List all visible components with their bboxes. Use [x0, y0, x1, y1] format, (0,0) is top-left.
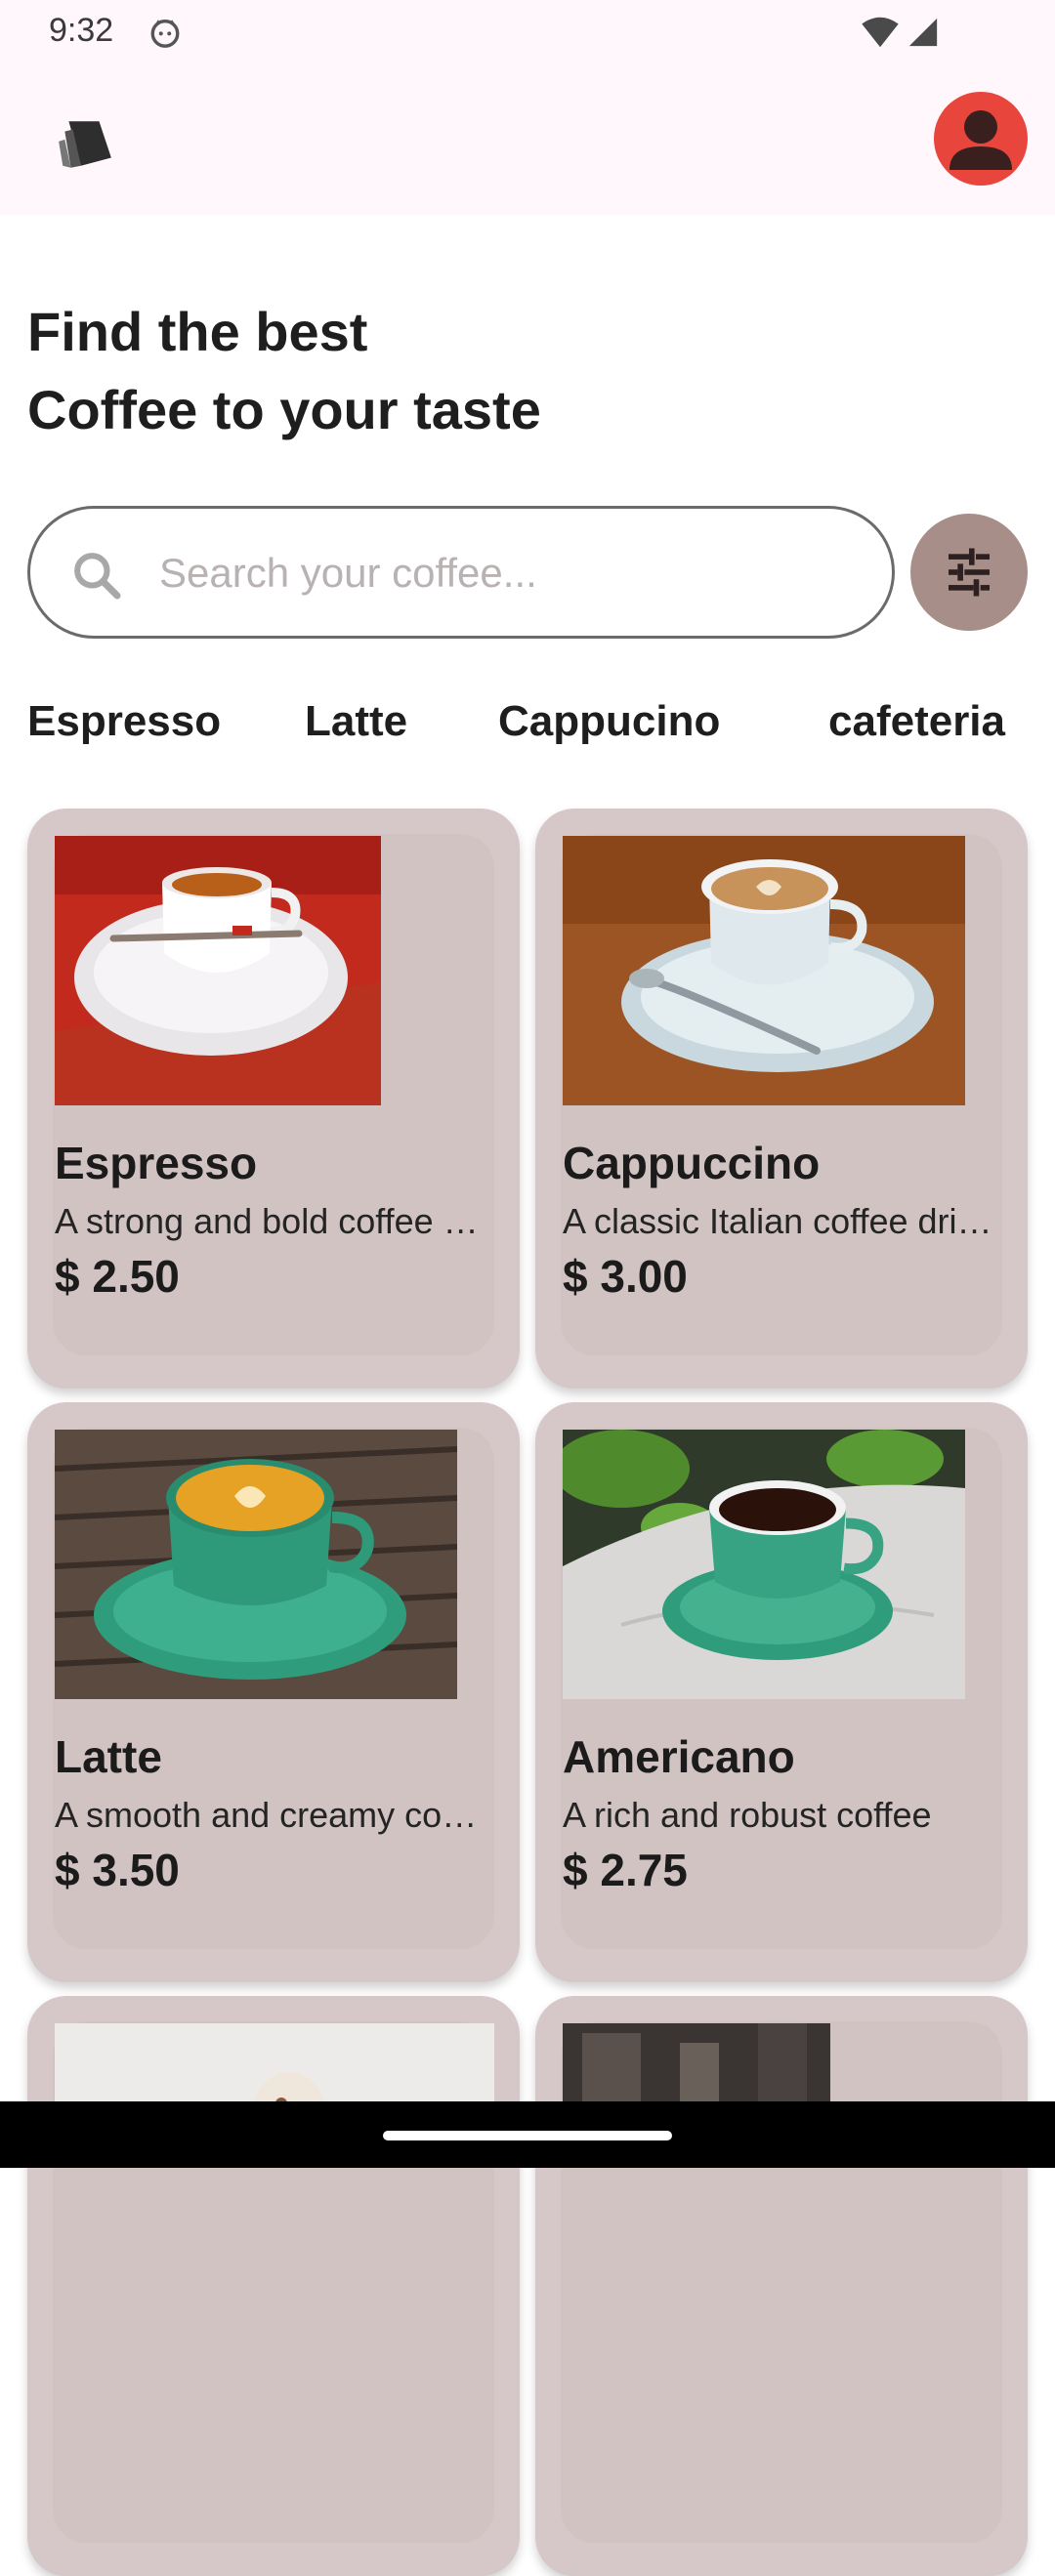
search-input[interactable] — [157, 536, 865, 610]
product-card[interactable]: Americano A rich and robust coffee $ 2.7… — [535, 1402, 1028, 1982]
page-headline: Find the best Coffee to your taste — [27, 293, 1004, 449]
product-image — [55, 1430, 457, 1699]
status-bar: 9:32 — [0, 0, 1055, 64]
product-description: A strong and bold coffee shot — [55, 1201, 485, 1241]
profile-avatar[interactable] — [934, 92, 1028, 186]
category-cappucino[interactable]: Cappucino — [498, 697, 720, 746]
product-description: A smooth and creamy coffee — [55, 1795, 485, 1835]
product-image — [563, 1430, 965, 1699]
product-price: $ 2.50 — [55, 1251, 180, 1302]
sliders-icon — [949, 548, 990, 597]
search-icon — [74, 553, 121, 600]
product-card[interactable] — [27, 1996, 520, 2576]
app-logo-icon — [59, 121, 111, 168]
status-time: 9:32 — [49, 12, 114, 49]
product-price: $ 3.50 — [55, 1845, 180, 1895]
filter-button[interactable] — [910, 514, 1028, 631]
product-name: Americano — [563, 1731, 795, 1782]
headline-line-2: Coffee to your taste — [27, 379, 541, 440]
signal-icon — [908, 18, 938, 47]
category-tabs: Espresso Latte Cappucino cafeteria — [0, 684, 1055, 762]
product-description: A classic Italian coffee drink — [563, 1201, 992, 1241]
product-name: Cappuccino — [563, 1138, 821, 1188]
product-card[interactable]: Espresso A strong and bold coffee shot $… — [27, 809, 520, 1389]
product-card[interactable] — [535, 1996, 1028, 2576]
notification-icon — [150, 19, 180, 48]
app-bar — [0, 64, 1055, 215]
product-price: $ 3.00 — [563, 1251, 688, 1302]
product-description: A rich and robust coffee — [563, 1795, 932, 1835]
category-latte[interactable]: Latte — [305, 697, 407, 746]
product-card[interactable]: Cappuccino A classic Italian coffee drin… — [535, 809, 1028, 1389]
product-price: $ 2.75 — [563, 1845, 688, 1895]
person-icon — [950, 110, 1012, 170]
category-espresso[interactable]: Espresso — [27, 697, 221, 746]
home-gesture-handle[interactable] — [383, 2131, 672, 2140]
product-name: Espresso — [55, 1138, 258, 1188]
product-card[interactable]: Latte A smooth and creamy coffee $ 3.50 — [27, 1402, 520, 1982]
product-image — [55, 836, 381, 1105]
product-name: Latte — [55, 1731, 162, 1782]
product-image — [563, 836, 965, 1105]
wifi-icon — [862, 17, 899, 48]
headline-line-1: Find the best — [27, 301, 368, 362]
search-box[interactable] — [27, 506, 895, 639]
system-nav-bar — [0, 2101, 1055, 2168]
category-cafeteria[interactable]: cafeteria — [828, 697, 1005, 746]
